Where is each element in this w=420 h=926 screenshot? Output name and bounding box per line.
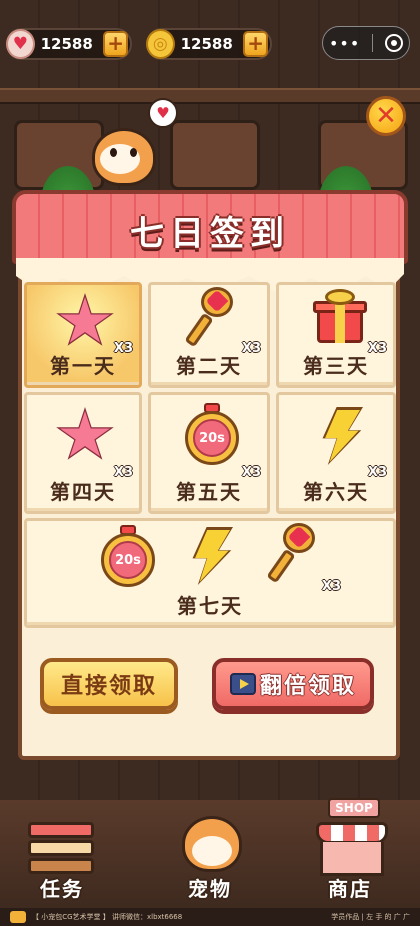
close-button[interactable]: ✕	[366, 96, 406, 136]
miniprogram-capsule: •••	[322, 26, 410, 60]
shop-awning-icon	[316, 822, 388, 844]
timer-text: 20s	[193, 419, 231, 457]
day-6-cell[interactable]: X3 第六天	[276, 392, 396, 514]
day-4-cell[interactable]: X3 第四天	[24, 392, 142, 514]
nav-pets-label: 宠物	[188, 877, 232, 901]
double-claim-label: 翻倍领取	[259, 674, 356, 699]
mascot-fox	[88, 120, 160, 186]
day-5-cell[interactable]: 20s X3 第五天	[148, 392, 270, 514]
book-icon	[28, 822, 94, 838]
nav-tasks-label: 任务	[40, 877, 84, 901]
key-icon	[184, 287, 241, 348]
timer-text: 20s	[109, 541, 147, 579]
direct-claim-label: 直接领取	[60, 674, 157, 699]
day-5-label: 第五天	[176, 480, 242, 504]
double-claim-button[interactable]: 翻倍领取	[212, 658, 374, 710]
day-7-cell[interactable]: 20s X3 第七天	[24, 518, 396, 628]
shop-sign: SHOP	[328, 798, 380, 818]
direct-claim-button[interactable]: 直接领取	[40, 658, 178, 710]
capsule-divider	[372, 34, 374, 52]
day-6-label: 第六天	[303, 480, 369, 504]
shop-icon	[320, 842, 384, 876]
book-icon	[28, 840, 94, 856]
pet-face	[192, 836, 232, 866]
day-2-label: 第二天	[176, 354, 242, 378]
star-icon	[55, 293, 115, 351]
day-4-label: 第四天	[50, 480, 116, 504]
footer-right-text: 学员作品 | 左 手 的 广 广	[331, 913, 410, 921]
add-coins-button[interactable]: +	[243, 31, 268, 57]
day-3-label: 第三天	[303, 354, 369, 378]
day-1-label: 第一天	[50, 354, 116, 378]
background-beam	[0, 88, 420, 104]
exit-icon[interactable]	[385, 34, 404, 52]
lightning-icon	[192, 527, 233, 585]
mascot-eye-left	[110, 148, 117, 157]
hearts-counter: ♥ 12588 +	[6, 28, 132, 60]
star-icon	[55, 407, 115, 465]
nav-shop-label: 商店	[328, 877, 372, 901]
day-3-cell[interactable]: X3 第三天	[276, 282, 396, 388]
more-icon[interactable]: •••	[329, 34, 360, 53]
nav-shop[interactable]: SHOP 商店	[302, 798, 398, 902]
nav-pets[interactable]: 宠物	[162, 812, 258, 902]
add-hearts-button[interactable]: +	[103, 31, 128, 57]
day-7-label: 第七天	[177, 594, 243, 618]
footer-credits: 【 小宠包CG艺术学堂 】 讲师微信：xlbxt6668 学员作品 | 左 手 …	[0, 908, 420, 926]
timer-icon: 20s	[99, 525, 157, 587]
coins-value: 12588	[180, 35, 233, 53]
coins-counter: ◎ 12588 +	[146, 28, 272, 60]
book-icon	[28, 858, 94, 874]
nav-tasks[interactable]: 任务	[14, 812, 110, 902]
day-1-cell[interactable]: X3 第一天	[24, 282, 142, 388]
hearts-value: 12588	[40, 35, 93, 53]
lightning-icon	[322, 407, 363, 465]
key-icon	[266, 523, 323, 584]
timer-icon: 20s	[183, 403, 241, 465]
background-sign-middle	[170, 120, 260, 190]
studio-logo	[10, 911, 26, 923]
heart-icon: ♥	[6, 29, 35, 59]
footer-left-text: 【 小宠包CG艺术学堂 】 讲师微信：xlbxt6668	[32, 913, 183, 921]
heart-bubble-icon: ♥	[148, 98, 178, 128]
coin-icon: ◎	[146, 29, 175, 59]
dialog-title: 七日签到	[130, 214, 290, 254]
gift-icon	[311, 289, 367, 345]
video-icon	[229, 673, 256, 695]
mascot-eye-right	[130, 148, 137, 157]
day-2-cell[interactable]: X3 第二天	[148, 282, 270, 388]
